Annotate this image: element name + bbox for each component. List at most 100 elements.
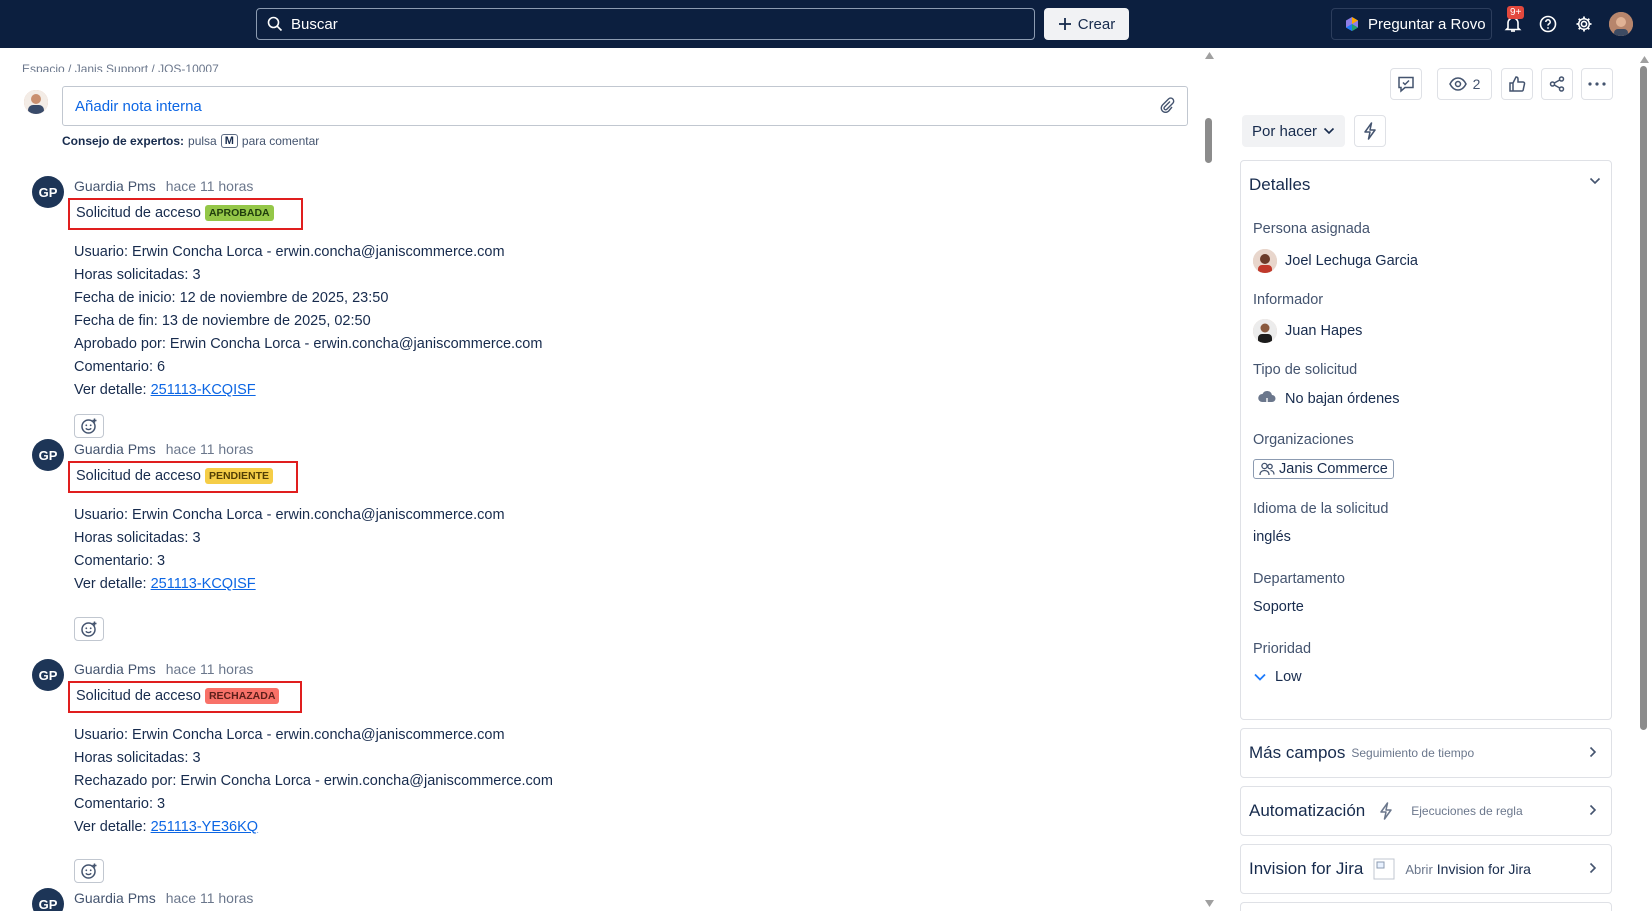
vote-button[interactable] (1501, 68, 1533, 100)
share-icon (1549, 76, 1565, 92)
gear-icon (1576, 16, 1592, 32)
priority-field[interactable]: Low (1253, 669, 1302, 685)
detail-link[interactable]: 251113-KCQISF (151, 576, 256, 592)
organization-name: Janis Commerce (1279, 461, 1388, 477)
reporter-label: Informador (1253, 292, 1324, 308)
comment-line: Usuario: Erwin Concha Lorca - erwin.conc… (74, 507, 505, 523)
watchers-button[interactable]: 2 (1437, 68, 1492, 100)
scrollbar-thumb[interactable] (1640, 66, 1647, 730)
reporter-field[interactable]: Juan Hapes (1253, 319, 1362, 343)
chevron-right-icon (1589, 746, 1597, 758)
more-icon (1588, 82, 1606, 86)
plus-icon (1058, 18, 1071, 30)
more-actions-button[interactable] (1581, 68, 1613, 100)
automation-section[interactable]: Automatización Ejecuciones de regla (1240, 786, 1612, 836)
invision-section[interactable]: Invision for Jira Abrir Invision for Jir… (1240, 844, 1612, 894)
language-value[interactable]: inglés (1253, 529, 1291, 545)
automation-subtitle: Ejecuciones de regla (1411, 804, 1523, 818)
search-input[interactable]: Buscar (256, 8, 1035, 40)
feedback-button[interactable] (1390, 68, 1422, 100)
share-button[interactable] (1541, 68, 1573, 100)
collapse-chevron-icon[interactable] (1589, 177, 1601, 185)
department-value[interactable]: Soporte (1253, 599, 1304, 615)
author-avatar[interactable]: GP (32, 888, 64, 911)
tip-text-pre: pulsa (188, 134, 217, 148)
scroll-up-arrow-icon[interactable] (1640, 56, 1649, 63)
current-user-avatar (24, 90, 48, 114)
notifications-count-badge: 9+ (1507, 6, 1525, 19)
comment-line: Comentario: 3 (74, 553, 166, 569)
comment-time[interactable]: hace 11 horas (166, 441, 254, 457)
settings-button[interactable] (1572, 12, 1596, 36)
details-scrollbar[interactable] (1638, 56, 1650, 911)
status-dropdown[interactable]: Por hacer (1242, 115, 1345, 147)
ask-rovo-button[interactable]: Preguntar a Rovo (1331, 8, 1492, 40)
internal-note-input[interactable]: Añadir nota interna (62, 86, 1188, 126)
priority-value: Low (1275, 669, 1302, 685)
assignee-avatar (1253, 249, 1277, 273)
comment-author[interactable]: Guardia Pms (74, 661, 156, 677)
assignee-field[interactable]: Joel Lechuga Garcia (1253, 249, 1418, 273)
chevron-right-icon (1589, 804, 1597, 816)
detail-label: Ver detalle: (74, 819, 147, 835)
comment-line: Fecha de inicio: 12 de noviembre de 2025… (74, 290, 389, 306)
rovo-logo-icon (1346, 17, 1358, 31)
organizations-label: Organizaciones (1253, 432, 1354, 448)
add-reaction-button[interactable] (74, 414, 104, 438)
assignee-label: Persona asignada (1253, 221, 1370, 237)
activity-scrollbar[interactable] (1203, 50, 1215, 911)
comment-author[interactable]: Guardia Pms (74, 890, 156, 906)
detail-line: Ver detalle: 251113-KCQISF (74, 379, 542, 402)
scroll-down-arrow-icon[interactable] (1205, 900, 1214, 907)
comment-line: Usuario: Erwin Concha Lorca - erwin.conc… (74, 727, 505, 743)
request-type-field[interactable]: No bajan órdenes (1257, 390, 1399, 408)
detail-link[interactable]: 251113-KCQISF (151, 382, 256, 398)
next-section[interactable] (1240, 902, 1612, 911)
detail-label: Ver detalle: (74, 576, 147, 592)
comment-title: Solicitud de acceso (76, 468, 201, 484)
emoji-add-icon (81, 863, 97, 879)
comment-header: Guardia Pms hace 11 horas (74, 178, 253, 194)
add-reaction-button[interactable] (74, 617, 104, 641)
more-fields-section[interactable]: Más campos Seguimiento de tiempo (1240, 728, 1612, 778)
invision-title: Invision for Jira (1249, 859, 1364, 878)
scrollbar-thumb[interactable] (1205, 118, 1212, 163)
breadcrumb[interactable]: Espacio / Janis Support / JOS-10007 (22, 62, 219, 72)
add-reaction-button[interactable] (74, 859, 104, 883)
comment-author[interactable]: Guardia Pms (74, 441, 156, 457)
author-avatar[interactable]: GP (32, 176, 64, 208)
reporter-name: Juan Hapes (1285, 323, 1363, 339)
comment-body: Usuario: Erwin Concha Lorca - erwin.conc… (74, 504, 505, 596)
scroll-up-arrow-icon[interactable] (1205, 52, 1214, 59)
comment-time[interactable]: hace 11 horas (166, 661, 254, 677)
tip-label: Consejo de expertos: (62, 134, 185, 148)
comment-title-highlight: Solicitud de acceso APROBADA (68, 198, 303, 230)
invision-open-name: Invision for Jira (1436, 861, 1531, 877)
organizations-field[interactable]: Janis Commerce (1253, 459, 1394, 479)
comment-header: Guardia Pms hace 11 horas (74, 890, 253, 906)
details-title[interactable]: Detalles (1249, 175, 1310, 195)
comment-line: Rechazado por: Erwin Concha Lorca - erwi… (74, 773, 553, 789)
eye-icon (1448, 77, 1467, 91)
comment-line: Horas solicitadas: 3 (74, 267, 201, 283)
create-button-label: Crear (1077, 15, 1116, 33)
comment-author[interactable]: Guardia Pms (74, 178, 156, 194)
detail-link[interactable]: 251113-YE36KQ (151, 819, 258, 835)
comment-time[interactable]: hace 11 horas (166, 890, 254, 906)
attachment-icon[interactable] (1159, 97, 1175, 113)
details-panel: Detalles Persona asignada Joel Lechuga G… (1240, 160, 1612, 720)
author-avatar[interactable]: GP (32, 659, 64, 691)
comment-time[interactable]: hace 11 horas (166, 178, 254, 194)
automation-quick-button[interactable] (1354, 115, 1386, 147)
create-button[interactable]: Crear (1044, 8, 1129, 40)
help-button[interactable] (1536, 12, 1560, 36)
comment-body: Usuario: Erwin Concha Lorca - erwin.conc… (74, 241, 542, 402)
user-avatar[interactable] (1609, 12, 1633, 36)
organization-tag[interactable]: Janis Commerce (1253, 459, 1394, 479)
status-badge: RECHAZADA (204, 688, 280, 704)
chevron-down-icon (1323, 127, 1335, 135)
author-avatar[interactable]: GP (32, 439, 64, 471)
language-label: Idioma de la solicitud (1253, 501, 1389, 517)
reporter-avatar (1253, 319, 1277, 343)
detail-line: Ver detalle: 251113-KCQISF (74, 573, 505, 596)
